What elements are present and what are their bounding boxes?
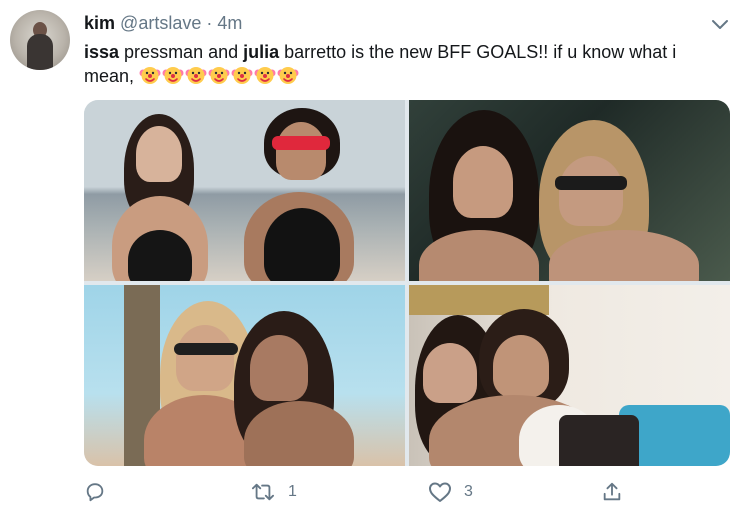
retweet-icon [252, 483, 274, 501]
clown-face-icon [277, 67, 299, 84]
timestamp[interactable]: 4m [217, 13, 242, 33]
photo-3[interactable] [84, 285, 405, 466]
tweet-text: issa pressman and julia barretto is the … [84, 40, 724, 92]
photo-1[interactable] [84, 100, 405, 281]
emoji-row [139, 64, 300, 92]
user-handle[interactable]: @artslave [120, 13, 201, 33]
mention-julia: julia [243, 42, 280, 62]
tweet-header: kim @artslave · 4m [84, 12, 242, 34]
avatar[interactable] [10, 10, 70, 70]
photo-2[interactable] [409, 100, 730, 281]
display-name[interactable]: kim [84, 13, 115, 33]
like-count: 3 [464, 483, 473, 500]
reply-icon [86, 483, 104, 502]
retweet-button[interactable]: 1 [250, 478, 297, 506]
mention-issa: issa [84, 42, 120, 62]
clown-face-icon [208, 67, 230, 84]
clown-face-icon [162, 67, 184, 84]
heart-icon [429, 482, 451, 502]
text-segment: pressman and [119, 42, 244, 62]
photo-4[interactable] [409, 285, 730, 466]
clown-face-icon [139, 67, 161, 84]
media-grid [84, 100, 730, 466]
clown-face-icon [185, 67, 207, 84]
retweet-count: 1 [288, 483, 297, 500]
share-icon [603, 482, 621, 501]
chevron-down-icon[interactable] [708, 12, 732, 36]
separator-dot: · [206, 13, 213, 33]
clown-face-icon [231, 67, 253, 84]
clown-face-icon [254, 67, 276, 84]
avatar-body [27, 34, 53, 70]
reply-button[interactable] [84, 478, 118, 506]
share-button[interactable] [601, 478, 623, 506]
like-button[interactable]: 3 [428, 478, 473, 506]
action-bar: 1 3 [84, 478, 730, 506]
